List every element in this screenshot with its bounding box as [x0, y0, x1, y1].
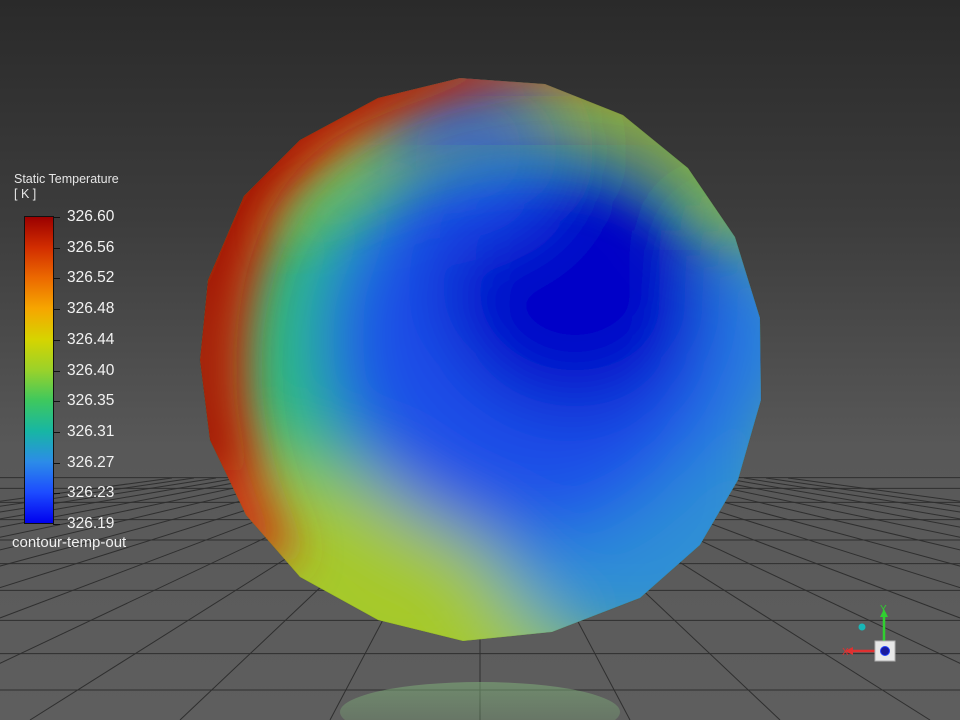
colorbar-tick-label: 326.60 [67, 208, 115, 225]
colorbar-tick [53, 278, 60, 280]
colorbar-tick-label: 326.35 [67, 392, 115, 410]
x-axis-label: X [842, 647, 849, 658]
colorbar-tick [53, 431, 60, 433]
colormap-legend[interactable]: Static Temperature [ K ] 326.60 326.56 326… [0, 0, 160, 560]
sphere-reflection [340, 682, 620, 720]
colorbar-tick-label: 326.48 [67, 300, 115, 318]
colorbar [24, 216, 54, 524]
colorbar-tick [53, 462, 60, 464]
colorbar-tick-label: 326.52 [67, 269, 115, 287]
colorbar-tick [53, 339, 60, 341]
colorbar-tick [53, 370, 60, 372]
z-axis-dot [880, 646, 890, 656]
triad-origin-dot [858, 623, 866, 631]
axis-triad[interactable]: Y X [834, 600, 914, 670]
colorbar-tick [53, 524, 60, 525]
colorbar-tick [53, 247, 60, 249]
colorbar-tick-label: 326.44 [67, 330, 115, 348]
legend-object-name: contour-temp-out [12, 534, 127, 551]
colorbar-tick [53, 217, 60, 218]
colorbar-tick-label: 326.56 [67, 238, 115, 256]
colorbar-tick-label: 326.31 [67, 422, 115, 440]
colorbar-tick-label: 326.40 [67, 361, 115, 379]
legend-title: Static Temperature [14, 172, 119, 186]
y-axis-label: Y [880, 604, 887, 615]
colorbar-tick-label: 326.27 [67, 453, 115, 471]
colorbar-tick [53, 493, 60, 495]
colorbar-tick-label: 326.23 [67, 484, 115, 502]
colorbar-tick [53, 401, 60, 403]
colorbar-tick-label: 326.19 [67, 515, 115, 532]
legend-units: [ K ] [14, 187, 37, 201]
contour-sphere[interactable] [180, 60, 830, 710]
colorbar-tick [53, 309, 60, 311]
